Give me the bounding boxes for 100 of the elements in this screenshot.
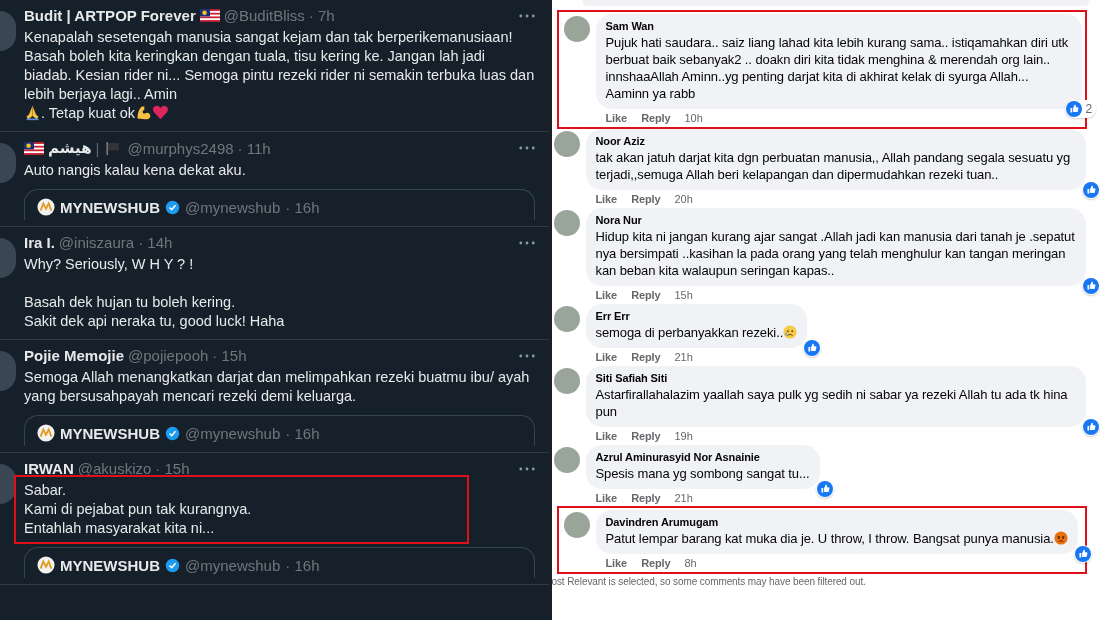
comment-time[interactable]: 10h	[684, 112, 703, 124]
avatar[interactable]	[563, 512, 590, 538]
reply-link[interactable]: Reply	[641, 112, 671, 124]
user-handle[interactable]: @pojiepooh	[128, 347, 209, 364]
like-link[interactable]: Like	[595, 351, 618, 363]
user-name[interactable]: هيشم	[48, 139, 92, 157]
comment-text: tak akan jatuh darjat kita dgn perbuatan manusia,, Allah pandang segala sesuatu yg terjadi,,semuga Allah beri kelapangan dan dipermudahkan rezeki tuan..	[595, 149, 1072, 183]
tweet-text: Semoga Allah menangkatkan darjat dan melimpahkan rezeki buatmu ibu/ ayah yang bersusahpayah mencari rezeki demi keluarga.	[24, 368, 531, 406]
commenter-name[interactable]: Err Err	[595, 310, 798, 322]
user-name[interactable]: IRWAN	[24, 460, 74, 477]
comment-time[interactable]: 21h	[674, 351, 693, 363]
reaction-badge[interactable]	[815, 480, 834, 498]
verified-badge-icon	[165, 557, 180, 573]
reply-link[interactable]: Reply	[631, 289, 661, 301]
more-icon[interactable]	[518, 240, 535, 245]
thumbs-up-icon	[1066, 101, 1083, 117]
thumbs-up-icon	[1074, 546, 1091, 562]
quoted-post-time: · 16h	[285, 556, 320, 574]
tweet-text: . Tetap kuat ok	[41, 104, 136, 123]
like-link[interactable]: Like	[595, 492, 618, 504]
reaction-badge[interactable]	[1082, 277, 1100, 295]
avatar[interactable]	[563, 16, 590, 42]
more-icon[interactable]	[518, 146, 535, 150]
avatar[interactable]	[0, 351, 16, 391]
logo-icon	[37, 556, 55, 574]
post-time: · 11h	[237, 139, 271, 157]
user-handle[interactable]: @akuskizo	[77, 460, 152, 477]
thumbs-up-icon	[804, 340, 821, 356]
reply-link[interactable]: Reply	[631, 492, 661, 504]
reply-link[interactable]: Reply	[631, 193, 661, 205]
quoted-post-time: · 16h	[285, 198, 320, 216]
quoted-user-name: MYNEWSHUB	[60, 424, 160, 442]
praying-hands-icon	[24, 104, 41, 121]
avatar[interactable]	[0, 238, 16, 278]
logo-icon	[37, 424, 55, 442]
comment-time[interactable]: 21h	[674, 492, 693, 504]
commenter-name[interactable]: Siti Safiah Siti	[595, 372, 1076, 384]
comment-text: semoga di perbanyakkan rezeki..	[595, 324, 784, 341]
user-handle[interactable]: @BuditBliss	[223, 7, 305, 24]
reaction-badge[interactable]: 2	[1065, 100, 1096, 118]
user-name[interactable]: Ira I.	[24, 234, 55, 251]
comment-text: Pujuk hati saudara.. saiz liang lahad kita lebih kurang sama.. istiqamahkan diri utk berbuat baik sebanyak2 .. doakn diri kita tidak menghina & merendah org lain.. innshaaAllah Aminn..yg penting darjat kita di akhirat kelak di syurga Allah... Aaminn ya rabb	[605, 34, 1070, 102]
comment-time[interactable]: 19h	[674, 430, 693, 442]
like-link[interactable]: Like	[595, 193, 618, 205]
reaction-badge[interactable]	[803, 339, 822, 357]
tweet-text: Why? Seriously, W H Y ? ! Basah dek hujan tu boleh kering. Sakit dek api neraka tu, good luck! Haha	[24, 255, 285, 331]
avatar[interactable]	[0, 143, 16, 183]
reply-link[interactable]: Reply	[631, 351, 661, 363]
user-handle[interactable]: @iniszaura	[58, 234, 135, 251]
commenter-name[interactable]: Davindren Arumugam	[605, 516, 1068, 528]
avatar[interactable]	[553, 131, 580, 157]
more-icon[interactable]	[518, 466, 535, 471]
commenter-name[interactable]: Noor Aziz	[595, 135, 1076, 147]
user-name[interactable]: Pojie Memojie	[24, 347, 125, 364]
tweet-text: Auto nangis kalau kena dekat aku.	[24, 161, 246, 180]
filter-notice: ost Relevant is selected, so some comments may have been filtered out.	[551, 576, 867, 587]
more-icon[interactable]	[518, 353, 535, 358]
reply-link[interactable]: Reply	[641, 557, 671, 569]
avatar[interactable]	[553, 447, 580, 473]
comment-text: Patut lempar barang kat muka dia je. U throw, I throw. Bangsat punya manusia.	[605, 530, 1054, 547]
flag-icon	[24, 141, 44, 155]
comment-text: Spesis mana yg sombong sangat tu...	[595, 465, 810, 482]
flag-icon	[199, 9, 220, 22]
more-icon[interactable]	[518, 13, 535, 18]
heart-icon	[152, 104, 170, 121]
quoted-user-name: MYNEWSHUB	[60, 556, 160, 574]
reaction-badge[interactable]	[1082, 181, 1100, 199]
avatar[interactable]	[553, 210, 580, 236]
flexed-arm-icon	[135, 104, 153, 121]
commenter-name[interactable]: Azrul Aminurasyid Nor Asnainie	[595, 451, 810, 463]
quoted-tweet-card[interactable]: MYNEWSHUB @mynewshub · 16h	[24, 415, 535, 446]
post-time: · 14h	[138, 234, 173, 251]
post-time: · 15h	[155, 460, 190, 477]
tweet-text: Kenapalah sesetengah manusia sangat kejam dan tak berperikemanusiaan! Basah boleh kita keringkan dengan tuala, tisu kering ke. Jangan lah jadi biadab. Kesian rider ni... Semoga pintu rezeki rider ni semakin terbuka luas dan lebih berjaya lagi.. Amin	[24, 28, 535, 104]
user-handle[interactable]: @murphys2498	[127, 139, 234, 157]
quoted-post-time: · 16h	[285, 424, 320, 442]
like-link[interactable]: Like	[605, 112, 628, 124]
commenter-name[interactable]: Sam Wan	[605, 20, 1072, 32]
avatar[interactable]	[553, 306, 580, 332]
comment-text: Astarfirallahalazim yaallah saya pulk yg sedih ni sabar ya rezeki Allah tu ada tk hina pun	[595, 386, 1069, 420]
separator-text: |	[95, 139, 100, 157]
like-link[interactable]: Like	[595, 289, 618, 301]
comment-time[interactable]: 20h	[674, 193, 693, 205]
quoted-user-handle: @mynewshub	[185, 556, 281, 574]
quoted-user-name: MYNEWSHUB	[60, 198, 160, 216]
reaction-badge[interactable]	[1073, 545, 1092, 563]
avatar[interactable]	[0, 464, 16, 504]
avatar[interactable]	[553, 368, 580, 394]
comment-time[interactable]: 8h	[684, 557, 697, 569]
like-link[interactable]: Like	[595, 430, 618, 442]
comment-time[interactable]: 15h	[674, 289, 693, 301]
comment-text: Hidup kita ni jangan kurang ajar sangat .Allah jadi kan manusia dari tanah je .sepatut nya bersimpati ..kasihan la pada orang yang telah menghulur kan tangan meringan kan beban kita walaupun seringan kapas..	[595, 228, 1076, 279]
quoted-tweet-card[interactable]: MYNEWSHUB @mynewshub · 16h	[24, 189, 535, 220]
like-link[interactable]: Like	[605, 557, 628, 569]
reaction-badge[interactable]	[1082, 418, 1100, 436]
quoted-tweet-card[interactable]: MYNEWSHUB @mynewshub · 16h	[24, 547, 535, 578]
commenter-name[interactable]: Nora Nur	[595, 214, 1076, 226]
reply-link[interactable]: Reply	[631, 430, 661, 442]
avatar[interactable]	[0, 11, 16, 51]
user-name[interactable]: Budit | ARTPOP Forever	[24, 7, 196, 24]
